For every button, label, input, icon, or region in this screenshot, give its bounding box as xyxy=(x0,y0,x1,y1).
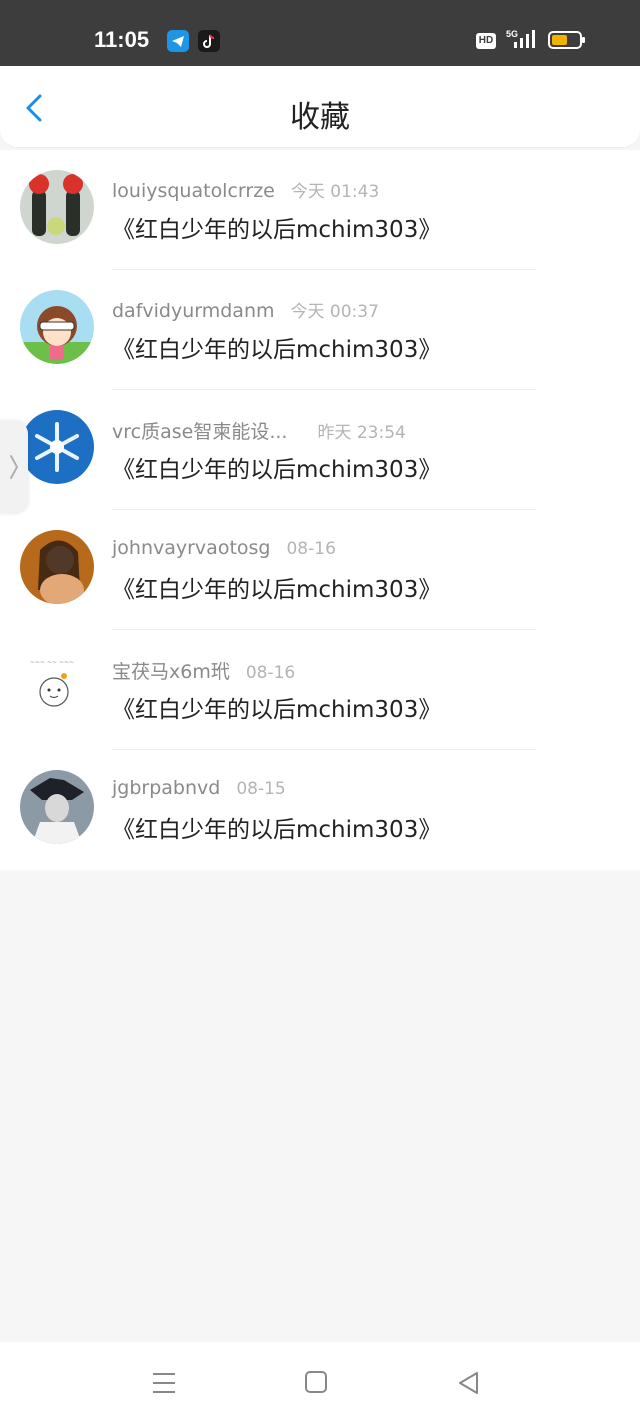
menu-icon xyxy=(153,1373,175,1393)
avatar xyxy=(20,770,94,844)
avatar: ~~~ ~~ ~~~ xyxy=(20,650,94,724)
username: 宝茯马x6m玳 xyxy=(112,661,230,683)
item-title: 《红白少年的以后mchim303》 xyxy=(112,697,442,723)
hd-icon: HD xyxy=(476,33,496,49)
status-bar: 11:05 HD 5G xyxy=(0,0,640,66)
list-item[interactable]: johnvayrvaotosg 08-16 《红白少年的以后mchim303》 xyxy=(0,510,640,630)
svg-text:~~~ ~~ ~~~: ~~~ ~~ ~~~ xyxy=(30,659,74,666)
item-title: 《红白少年的以后mchim303》 xyxy=(112,457,442,483)
username: vrc质ase智柬能设... xyxy=(112,421,288,443)
signal-icon: 5G xyxy=(504,28,540,50)
username: jgbrpabnvd xyxy=(112,777,221,799)
username: johnvayrvaotosg xyxy=(112,537,271,559)
avatar xyxy=(20,410,94,484)
chevron-right-icon xyxy=(10,455,19,479)
battery-icon xyxy=(548,31,586,49)
side-panel-handle[interactable] xyxy=(0,420,28,514)
home-button[interactable] xyxy=(302,1368,332,1398)
avatar xyxy=(20,170,94,244)
page-title: 收藏 xyxy=(290,100,350,135)
timestamp: 昨天 23:54 xyxy=(317,423,406,443)
timestamp: 08-16 xyxy=(286,539,336,559)
menu-button[interactable] xyxy=(150,1368,180,1398)
timestamp: 08-16 xyxy=(245,663,296,683)
timestamp: 今天 00:37 xyxy=(290,302,379,322)
system-nav-bar xyxy=(0,1342,640,1422)
item-title: 《红白少年的以后mchim303》 xyxy=(112,217,442,243)
username: louiysquatolcrrze xyxy=(112,180,275,202)
status-time: 11:05 xyxy=(94,27,150,52)
item-title: 《红白少年的以后mchim303》 xyxy=(112,337,442,363)
list-item[interactable]: dafvidyurmdanm 今天 00:37 《红白少年的以后mchim303》 xyxy=(0,270,640,390)
favorites-list: louiysquatolcrrze 今天 01:43 《红白少年的以后mchim3… xyxy=(0,150,640,870)
header: 收藏 xyxy=(0,66,640,148)
nav-back-button[interactable] xyxy=(455,1368,485,1398)
item-title: 《红白少年的以后mchim303》 xyxy=(112,577,442,603)
list-item[interactable]: louiysquatolcrrze 今天 01:43 《红白少年的以后mchim3… xyxy=(0,150,640,270)
network-label: 5G xyxy=(506,29,518,39)
telegram-icon xyxy=(167,30,189,52)
list-item[interactable]: jgbrpabnvd 08-15 《红白少年的以后mchim303》 xyxy=(0,750,640,870)
username: dafvidyurmdanm xyxy=(112,300,275,322)
timestamp: 今天 01:43 xyxy=(290,182,380,202)
avatar xyxy=(20,530,94,604)
tiktok-icon xyxy=(198,30,220,52)
timestamp: 08-15 xyxy=(236,779,286,799)
avatar xyxy=(20,290,94,364)
back-triangle-icon xyxy=(459,1372,478,1394)
home-icon xyxy=(305,1371,327,1393)
list-item[interactable]: vrc质ase智柬能设... 昨天 23:54 《红白少年的以后mchim303》 xyxy=(0,390,640,510)
item-title: 《红白少年的以后mchim303》 xyxy=(112,817,442,843)
list-item[interactable]: ~~~ ~~ ~~~ 宝茯马x6m玳 08-16 《红白少年的以后mchim303… xyxy=(0,630,640,750)
